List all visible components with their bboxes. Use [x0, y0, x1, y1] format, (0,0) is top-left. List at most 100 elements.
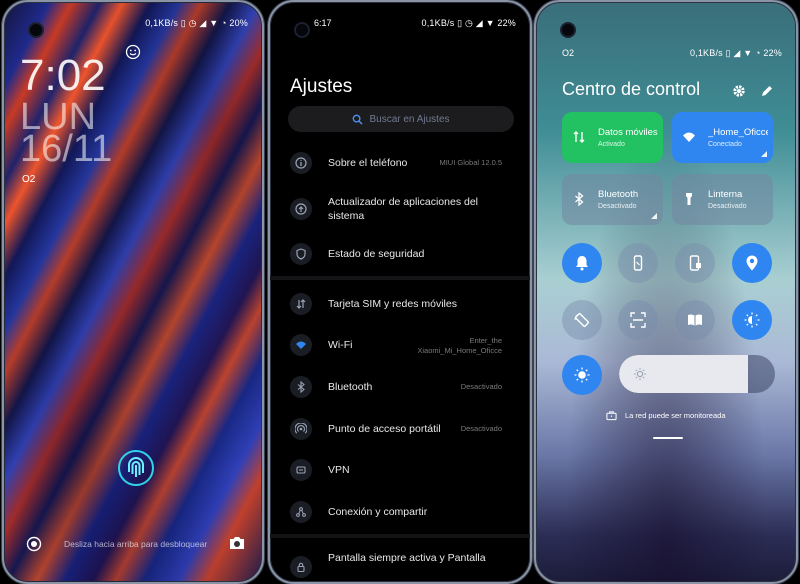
auto-brightness-icon	[574, 367, 590, 383]
auto-rotate-toggle[interactable]	[562, 300, 602, 340]
control-center-phone: 0,1KB/s ▯ ◢ ▼ ◔ 22% O2 Centro de control…	[534, 0, 798, 584]
expand-corner-icon	[761, 151, 767, 157]
tile-subtitle: Conectado	[708, 141, 742, 148]
screenshot-icon	[689, 255, 701, 271]
status-time: 6:17	[314, 18, 332, 28]
settings-item-label: VPN	[328, 464, 350, 476]
search-icon	[353, 114, 364, 125]
network-notice-text: La red puede ser monitoreada	[625, 411, 726, 420]
carrier-label: O2	[22, 174, 36, 185]
section-divider	[270, 534, 530, 538]
bell-icon	[576, 256, 588, 271]
status-icons: 0,1KB/s ▯ ◢ ▼ ◔ 22%	[689, 48, 782, 58]
page-title: Ajustes	[290, 76, 353, 97]
tile-subtitle: Desactivado	[598, 203, 637, 210]
settings-item-sharing[interactable]: Conexión y compartir	[270, 501, 530, 523]
briefcase-icon	[606, 411, 617, 421]
reading-mode-icon	[688, 314, 702, 326]
tile-title: Datos móviles	[598, 127, 658, 138]
front-camera	[28, 22, 44, 38]
vibrate-icon	[633, 255, 643, 271]
front-camera	[560, 22, 576, 38]
tile-title: _Home_Oficce	[708, 127, 768, 138]
location-toggle[interactable]	[732, 243, 772, 283]
unlock-hint: Desliza hacia arriba para desbloquear	[64, 539, 208, 549]
sim-icon	[290, 293, 312, 315]
carrier-label: O2	[562, 48, 575, 58]
search-input[interactable]: Buscar en Ajustes	[288, 106, 514, 132]
settings-item-value: Desactivado	[460, 382, 502, 391]
settings-item-label: Estado de seguridad	[328, 248, 425, 260]
settings-item-about[interactable]: Sobre el teléfono MIUI Global 12.0.5	[270, 152, 530, 174]
share-icon	[290, 501, 312, 523]
info-icon	[290, 152, 312, 174]
wifi-tile[interactable]: _Home_Oficce Conectado	[672, 112, 773, 163]
status-icons: 0,1KB/s ▯ ◷ ◢ ▼ 22%	[421, 18, 516, 28]
settings-item-value: MIUI Global 12.0.5	[439, 158, 502, 167]
scanner-toggle[interactable]	[618, 300, 658, 340]
auto-rotate-icon	[574, 312, 590, 328]
brightness-slider[interactable]	[619, 355, 775, 393]
screenshot-toggle[interactable]	[675, 243, 715, 283]
hotspot-icon	[290, 418, 312, 440]
network-notice: La red puede ser monitoreada	[606, 410, 726, 421]
clock-time: 7:02	[20, 51, 106, 100]
gear-icon[interactable]	[732, 84, 746, 98]
location-icon	[746, 255, 758, 271]
search-placeholder: Buscar en Ajustes	[369, 113, 450, 125]
tile-title: Linterna	[708, 189, 743, 200]
drag-handle[interactable]	[653, 437, 683, 439]
settings-item-label: Conexión y compartir	[328, 506, 428, 518]
clock-date: 16/11	[20, 128, 113, 170]
flashlight-icon	[686, 193, 692, 205]
bell-toggle[interactable]	[562, 243, 602, 283]
lock-icon	[290, 556, 312, 578]
settings-item-sim[interactable]: Tarjeta SIM y redes móviles	[270, 293, 530, 315]
wifi-icon	[683, 132, 695, 142]
auto-brightness-toggle[interactable]	[562, 355, 602, 395]
settings-phone: 6:17 0,1KB/s ▯ ◷ ◢ ▼ 22% Ajustes Buscar …	[268, 0, 532, 584]
tile-subtitle: Desactivado	[708, 203, 747, 210]
settings-item-value: Enter_the Xiaomi_Mi_Home_Oficce	[417, 336, 502, 355]
bluetooth-icon	[290, 376, 312, 398]
sun-icon	[634, 368, 646, 380]
flashlight-tile[interactable]: Linterna Desactivado	[672, 174, 773, 225]
dark-mode-icon	[744, 312, 760, 328]
tile-subtitle: Activado	[598, 141, 625, 148]
settings-item-label: Pantalla siempre activa y Pantalla	[328, 552, 486, 564]
data-arrows-icon	[573, 131, 585, 143]
status-icons: 0,1KB/s ▯ ◷ ◢ ▼ ◔ 20%	[145, 18, 248, 28]
edit-icon[interactable]	[760, 84, 774, 98]
reading-mode-toggle[interactable]	[675, 300, 715, 340]
settings-item-label: Actualizador de aplicaciones del sistema	[328, 196, 479, 222]
settings-item-wifi[interactable]: Wi-Fi Enter_the Xiaomi_Mi_Home_Oficce	[270, 334, 530, 356]
mobile-data-tile[interactable]: Datos móviles Activado	[562, 112, 663, 163]
record-icon[interactable]	[26, 536, 42, 552]
settings-item-security[interactable]: Estado de seguridad	[270, 243, 530, 265]
bluetooth-tile[interactable]: Bluetooth Desactivado	[562, 174, 663, 225]
settings-item-display[interactable]: Pantalla siempre activa y Pantalla	[270, 552, 530, 578]
settings-item-label: Tarjeta SIM y redes móviles	[328, 298, 457, 310]
settings-item-vpn[interactable]: VPN	[270, 459, 530, 481]
smiley-icon[interactable]	[125, 44, 141, 60]
front-camera	[294, 22, 310, 38]
section-divider	[270, 276, 530, 280]
dark-mode-toggle[interactable]	[732, 300, 772, 340]
settings-item-hotspot[interactable]: Punto de acceso portátil Desactivado	[270, 418, 530, 440]
wifi-icon	[290, 334, 312, 356]
shield-icon	[290, 243, 312, 265]
lock-screen-phone: 0,1KB/s ▯ ◷ ◢ ▼ ◔ 20% 7:02 LUN 16/11 O2 …	[2, 0, 264, 584]
camera-icon[interactable]	[228, 535, 246, 551]
scanner-icon	[630, 312, 646, 328]
update-icon	[290, 198, 312, 220]
expand-corner-icon	[651, 213, 657, 219]
vpn-icon	[290, 459, 312, 481]
settings-item-bluetooth[interactable]: Bluetooth Desactivado	[270, 376, 530, 398]
settings-item-updater[interactable]: Actualizador de aplicaciones del sistema	[270, 196, 530, 222]
bluetooth-icon	[575, 192, 584, 206]
tile-title: Bluetooth	[598, 189, 639, 200]
vibrate-toggle[interactable]	[618, 243, 658, 283]
fingerprint-icon[interactable]	[116, 448, 156, 488]
page-title: Centro de control	[562, 79, 701, 99]
settings-item-value: Desactivado	[460, 424, 502, 433]
